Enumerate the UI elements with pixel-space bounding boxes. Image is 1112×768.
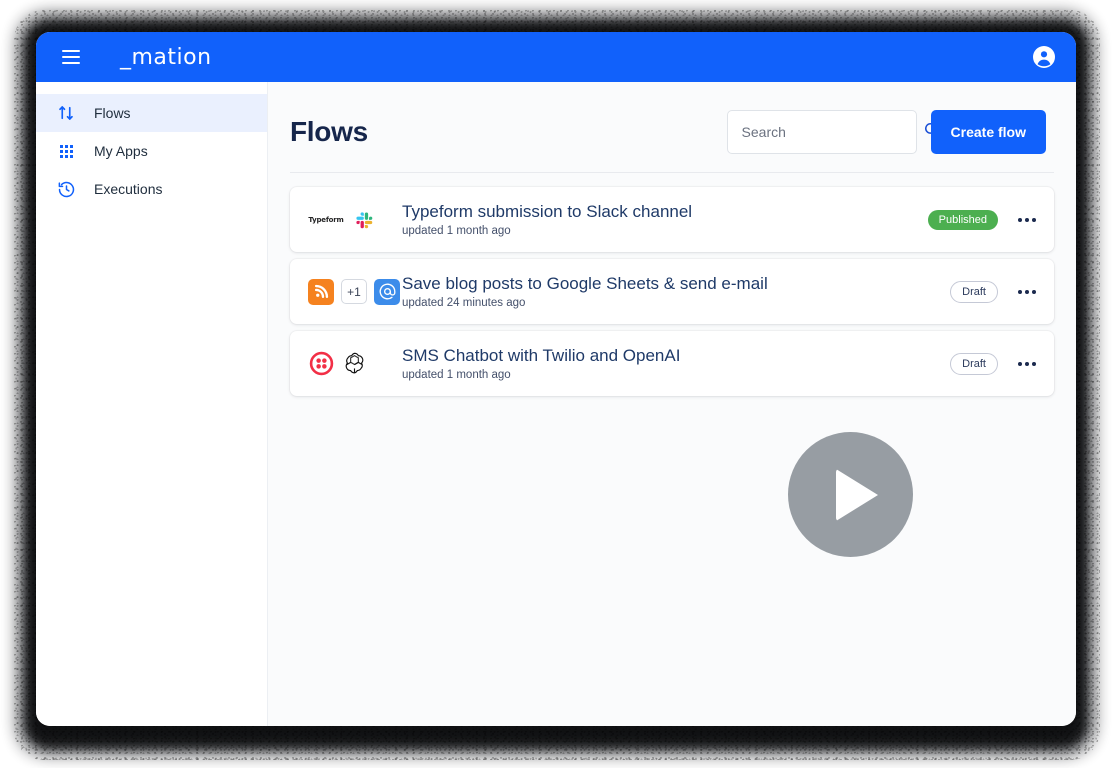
flow-name: SMS Chatbot with Twilio and OpenAI <box>402 346 681 365</box>
flow-row-actions: Draft <box>950 352 1038 375</box>
flow-app-icons: +1 <box>308 278 400 305</box>
flow-info: Save blog posts to Google Sheets & send … <box>396 274 950 309</box>
flow-updated-meta: updated 1 month ago <box>402 369 511 381</box>
flow-row[interactable]: Typeform Typeform submission to Slack ch… <box>290 187 1054 252</box>
sidebar-item-label: My Apps <box>94 143 148 159</box>
play-button-icon[interactable] <box>788 432 913 557</box>
page-header: Flows Create flow <box>268 82 1076 160</box>
more-options-icon[interactable] <box>1016 356 1038 372</box>
twilio-icon <box>308 351 334 377</box>
app-body: Flows My Apps Executions Flows Search Cr… <box>36 82 1076 726</box>
status-badge: Draft <box>950 280 998 303</box>
app-window: _mation Flows My Apps Executions Flows S… <box>36 32 1076 726</box>
flow-info: SMS Chatbot with Twilio and OpenAI updat… <box>396 346 950 381</box>
flow-list: Typeform Typeform submission to Slack ch… <box>268 173 1076 396</box>
app-logo: _mation <box>120 44 212 70</box>
flow-app-icons: Typeform <box>308 207 396 233</box>
account-circle-icon[interactable] <box>1032 45 1056 69</box>
top-app-bar: _mation <box>36 32 1076 82</box>
openai-icon <box>341 351 367 377</box>
rss-icon <box>308 278 334 305</box>
flow-row-actions: Draft <box>950 280 1038 303</box>
flow-name: Typeform submission to Slack channel <box>402 202 693 221</box>
swap-vertical-icon <box>56 103 76 123</box>
create-flow-button[interactable]: Create flow <box>930 110 1046 154</box>
flow-row-actions: Published <box>927 209 1038 230</box>
sidebar-item-my-apps[interactable]: My Apps <box>36 132 267 170</box>
flow-updated-meta: updated 1 month ago <box>402 225 511 237</box>
status-badge: Draft <box>950 352 998 375</box>
sidebar-nav: Flows My Apps Executions <box>36 82 268 726</box>
flow-app-icons <box>308 351 396 377</box>
flow-name: Save blog posts to Google Sheets & send … <box>402 274 768 293</box>
flow-info: Typeform submission to Slack channel upd… <box>396 202 928 237</box>
sidebar-item-label: Executions <box>94 181 163 197</box>
typeform-icon: Typeform <box>308 215 344 224</box>
hamburger-menu-icon[interactable] <box>58 44 84 70</box>
apps-grid-icon <box>56 141 76 161</box>
more-count-chip: +1 <box>341 279 367 304</box>
sidebar-item-executions[interactable]: Executions <box>36 170 267 208</box>
more-options-icon[interactable] <box>1016 212 1038 228</box>
slack-icon <box>351 207 377 233</box>
search-box[interactable] <box>726 110 939 154</box>
screenshot-stage: _mation Flows My Apps Executions Flows S… <box>0 0 1112 768</box>
header-actions: Create flow <box>726 110 1046 154</box>
flow-row[interactable]: SMS Chatbot with Twilio and OpenAI updat… <box>290 331 1054 396</box>
more-options-icon[interactable] <box>1016 284 1038 300</box>
flow-updated-meta: updated 24 minutes ago <box>402 297 526 309</box>
status-badge: Published <box>927 209 998 230</box>
search-input[interactable] <box>741 124 923 140</box>
main-content: Flows Create flow <box>268 82 1076 726</box>
sidebar-item-flows[interactable]: Flows <box>36 94 267 132</box>
page-title: Flows <box>290 116 368 147</box>
sidebar-item-label: Flows <box>94 105 131 121</box>
history-clock-icon <box>56 179 76 199</box>
flow-row[interactable]: +1 Save blog posts to Google Sheets & se… <box>290 259 1054 324</box>
play-triangle <box>835 468 878 521</box>
